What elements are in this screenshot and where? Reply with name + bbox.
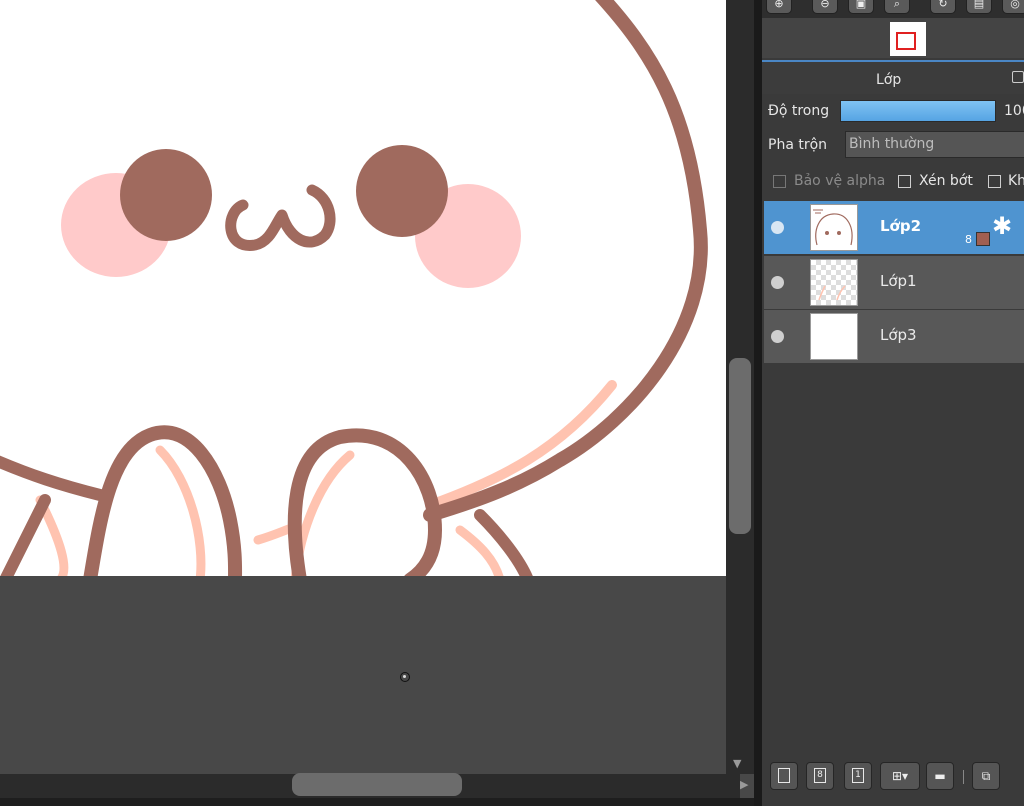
opacity-value: 100 bbox=[1004, 103, 1024, 119]
visibility-eye-icon[interactable] bbox=[771, 330, 784, 343]
blend-mode-select[interactable]: Bình thường bbox=[845, 131, 1024, 158]
print-icon[interactable]: ▤ bbox=[966, 0, 992, 14]
protect-alpha-label: Bảo vệ alpha bbox=[794, 173, 886, 189]
gear-icon[interactable]: ✱ bbox=[992, 213, 1012, 239]
layer-row-lop1[interactable]: Lớp1 bbox=[764, 256, 1024, 309]
zoom-in-icon[interactable]: ⊕ bbox=[766, 0, 792, 14]
panel-menu-icon[interactable] bbox=[1012, 71, 1024, 83]
layer-thumbnail bbox=[810, 313, 858, 360]
search-icon[interactable]: ⌕ bbox=[884, 0, 910, 14]
blend-mode-value: Bình thường bbox=[849, 136, 935, 152]
navigator-thumbnail[interactable] bbox=[890, 22, 926, 56]
layer-thumbnail bbox=[810, 204, 858, 251]
canvas-area[interactable] bbox=[0, 0, 726, 774]
scroll-down-arrow-icon[interactable]: ▼ bbox=[733, 757, 741, 770]
rotate-icon[interactable]: ↻ bbox=[930, 0, 956, 14]
left-eye bbox=[120, 149, 212, 241]
fit-icon[interactable]: ▣ bbox=[848, 0, 874, 14]
lock-checkbox[interactable] bbox=[988, 175, 1001, 188]
clipping-checkbox[interactable] bbox=[898, 175, 911, 188]
reset-icon[interactable]: ◎ bbox=[1002, 0, 1024, 14]
layer-row-lop2[interactable]: Lớp2 8 ✱ bbox=[764, 201, 1024, 254]
right-eye bbox=[356, 145, 448, 237]
lock-label: Kh bbox=[1008, 173, 1024, 189]
layer-thumbnail bbox=[810, 259, 858, 306]
view-frame bbox=[896, 32, 916, 50]
drawing-canvas[interactable] bbox=[0, 0, 726, 576]
toolbar-separator bbox=[963, 770, 964, 784]
artwork bbox=[0, 0, 708, 576]
layer-badge-count: 8 bbox=[965, 233, 972, 246]
1-bit-layer-icon[interactable]: 1 bbox=[844, 762, 872, 790]
mouth bbox=[225, 184, 336, 251]
visibility-eye-icon[interactable] bbox=[771, 276, 784, 289]
8-bit-layer-icon[interactable]: 8 bbox=[806, 762, 834, 790]
add-layer-dropdown-icon[interactable]: ⊞▾ bbox=[880, 762, 920, 790]
right-panel: ⊕ ⊖ ▣ ⌕ ↻ ▤ ◎ Lớp Độ trong 100 Pha trộn … bbox=[762, 0, 1024, 806]
panel-divider[interactable] bbox=[754, 0, 762, 806]
new-layer-icon[interactable] bbox=[770, 762, 798, 790]
layer-name: Lớp2 bbox=[880, 217, 922, 235]
layer-panel-title: Lớp bbox=[876, 72, 902, 88]
layer-row-lop3[interactable]: Lớp3 bbox=[764, 310, 1024, 363]
brush-cursor bbox=[400, 672, 410, 682]
layer-list: Lớp2 8 ✱ Lớp1 Lớp3 bbox=[764, 200, 1024, 700]
scroll-right-arrow-icon[interactable]: ▶ bbox=[740, 778, 748, 791]
layer-color-swatch bbox=[976, 232, 990, 246]
layer-name: Lớp3 bbox=[880, 326, 917, 344]
vertical-scroll-thumb[interactable] bbox=[729, 358, 751, 534]
protect-alpha-checkbox[interactable] bbox=[773, 175, 786, 188]
horizontal-scroll-thumb[interactable] bbox=[292, 773, 462, 796]
opacity-label: Độ trong bbox=[768, 103, 830, 119]
layer-panel-header: Lớp bbox=[762, 60, 1024, 94]
blend-label: Pha trộn bbox=[768, 137, 828, 153]
duplicate-icon[interactable]: ⧉ bbox=[972, 762, 1000, 790]
layer-name: Lớp1 bbox=[880, 272, 917, 290]
navigator-toolbar: ⊕ ⊖ ▣ ⌕ ↻ ▤ ◎ bbox=[762, 0, 1024, 18]
clipping-label: Xén bớt bbox=[919, 173, 973, 189]
status-strip bbox=[0, 798, 760, 806]
visibility-eye-icon[interactable] bbox=[771, 221, 784, 234]
zoom-out-icon[interactable]: ⊖ bbox=[812, 0, 838, 14]
layer-bottom-toolbar: 8 1 ⊞▾ ▬ ⧉ bbox=[762, 756, 1024, 796]
folder-icon[interactable]: ▬ bbox=[926, 762, 954, 790]
opacity-slider[interactable] bbox=[840, 100, 996, 122]
